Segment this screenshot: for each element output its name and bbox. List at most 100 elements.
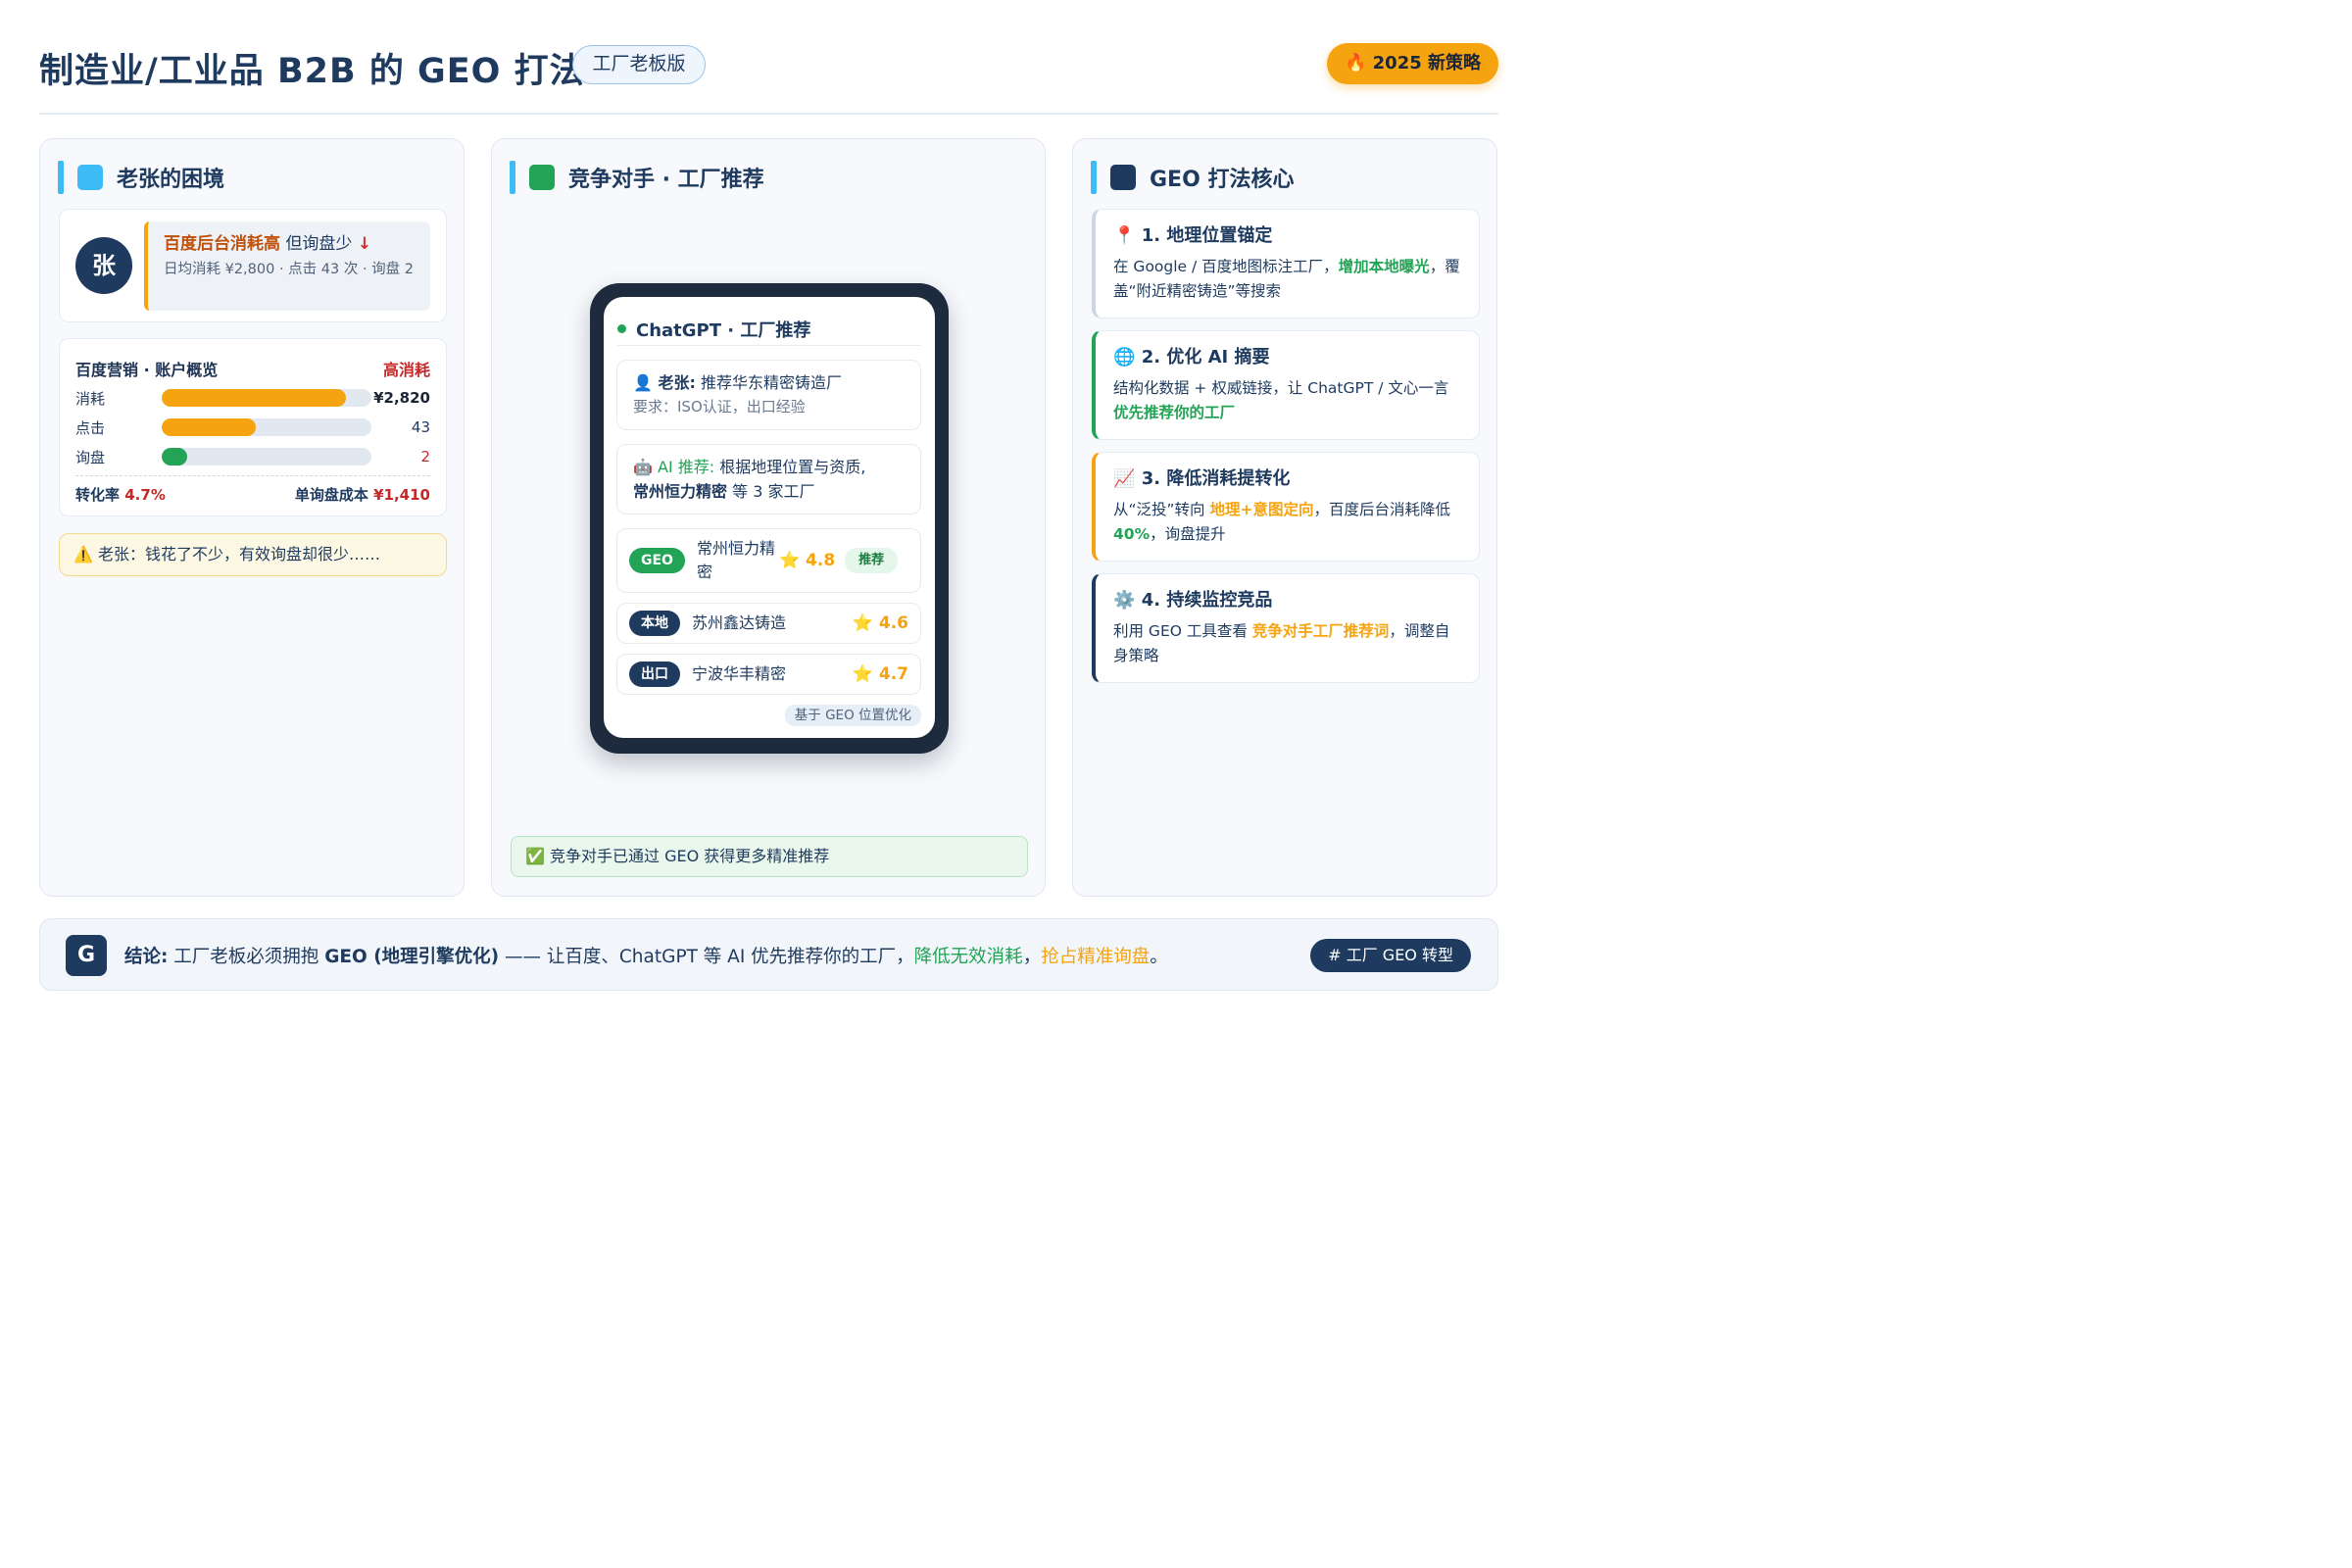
chart-up-icon: 📈 [1113, 468, 1136, 489]
conversion-value: 4.7% [124, 486, 166, 504]
metric-value: 2 [420, 448, 430, 466]
tip-text: ，询盘提升 [1150, 525, 1226, 543]
core-panel-title: GEO 打法核心 [1150, 168, 1295, 192]
conclusion-label: 结论: [124, 947, 169, 967]
user-label: 👤 老张: [633, 373, 696, 392]
cost-stat: 单询盘成本 ¥1,410 [295, 484, 430, 505]
competitor-panel-title: 竞争对手 · 工厂推荐 [568, 168, 764, 192]
result-item[interactable]: 出口 宁波华丰精密 ⭐ 4.7 [616, 654, 921, 695]
conclusion-bar: G 结论: 工厂老板必须拥抱 GEO (地理引擎优化) —— 让百度、ChatG… [39, 918, 1498, 991]
tip-card: 📍 1. 地理位置锚定 在 Google / 百度地图标注工厂，增加本地曝光，覆… [1092, 209, 1480, 318]
result-score: ⭐ 4.7 [852, 664, 908, 684]
header-divider [39, 113, 1498, 115]
tip-title: ⚙️ 4. 持续监控竞品 [1113, 588, 1461, 613]
chat-app-title: ChatGPT · 工厂推荐 [636, 319, 811, 341]
metric-track [162, 448, 371, 466]
edition-badge: 工厂老板版 [572, 45, 706, 84]
metric-row: 点击 43 [75, 416, 430, 439]
metric-fill [162, 418, 257, 436]
tip-highlight: 增加本地曝光 [1338, 258, 1430, 275]
ai-line-1: 🤖 AI 推荐: 根据地理位置与资质, [633, 455, 905, 479]
result-score: ⭐ 4.6 [852, 613, 908, 633]
geo-note: 基于 GEO 位置优化 [784, 705, 921, 726]
metric-track [162, 418, 371, 436]
tip-title: 📈 3. 降低消耗提转化 [1113, 466, 1461, 492]
geo-logo-icon: G [66, 935, 107, 976]
quote-line: 百度后台消耗高 但询盘少 ↓ [164, 229, 415, 254]
tip-card: ⚙️ 4. 持续监控竞品 利用 GEO 工具查看 竞争对手工厂推荐词，调整自身策… [1092, 573, 1480, 683]
result-name: 苏州鑫达铸造 [692, 613, 787, 632]
user-query-line: 👤 老张: 推荐华东精密铸造厂 [633, 370, 905, 395]
conclusion-text: 结论: 工厂老板必须拥抱 GEO (地理引擎优化) —— 让百度、ChatGPT… [124, 943, 1168, 968]
user-message: 👤 老张: 推荐华东精密铸造厂 要求：ISO认证，出口经验 [616, 360, 921, 430]
competitor-panel-header: 竞争对手 · 工厂推荐 [510, 161, 764, 194]
core-panel-header: GEO 打法核心 [1091, 161, 1294, 194]
competitor-success-note: ✅ 竞争对手已通过 GEO 获得更多精准推荐 [511, 836, 1028, 877]
account-footer: 转化率 4.7% 单询盘成本 ¥1,410 [75, 484, 430, 505]
metric-fill [162, 448, 187, 466]
tip-title-text: 2. 优化 AI 摘要 [1141, 347, 1270, 368]
page-title: 制造业/工业品 B2B 的 GEO 打法 [39, 52, 585, 91]
problem-panel-title: 老张的困境 [117, 168, 225, 192]
strategy-badge[interactable]: 🔥 2025 新策略 [1327, 43, 1498, 84]
tip-text: 从“泛投”转向 [1113, 501, 1210, 518]
tip-desc: 在 Google / 百度地图标注工厂，增加本地曝光，覆盖“附近精密铸造”等搜索 [1113, 255, 1461, 304]
tip-highlight: 优先推荐你的工厂 [1113, 404, 1236, 421]
globe-icon: 🌐 [1113, 347, 1136, 368]
tip-text: 在 Google / 百度地图标注工厂， [1113, 258, 1339, 275]
result-item[interactable]: 本地 苏州鑫达铸造 ⭐ 4.6 [616, 603, 921, 644]
tip-desc: 从“泛投”转向 地理+意图定向，百度后台消耗降低 40%，询盘提升 [1113, 498, 1461, 547]
metric-value: ¥2,820 [373, 389, 430, 407]
pin-icon: 📍 [1113, 225, 1136, 246]
tip-text: 结构化数据 + 权威链接，让 ChatGPT / 文心一言 [1113, 379, 1449, 397]
down-arrow-icon: ↓ [357, 234, 372, 254]
tip-highlight: 40% [1113, 525, 1151, 543]
account-title: 百度营销 · 账户概览 [75, 361, 219, 379]
cost-label: 单询盘成本 [294, 486, 368, 504]
account-status: 高消耗 [382, 361, 430, 379]
chat-header: ChatGPT · 工厂推荐 [617, 313, 921, 346]
online-dot-icon [617, 324, 626, 333]
problem-panel: 老张的困境 张 百度后台消耗高 但询盘少 ↓ 日均消耗 ¥2,800 · 点击 … [39, 138, 465, 897]
accent-bar [1091, 161, 1097, 194]
avatar: 张 [75, 237, 132, 294]
ai-label: 🤖 AI 推荐: [633, 458, 715, 476]
conclusion-orange: 抢占精准询盘 [1041, 947, 1151, 967]
user-query: 推荐华东精密铸造厂 [701, 373, 843, 392]
hashtag-badge[interactable]: # 工厂 GEO 转型 [1310, 939, 1471, 972]
tip-title-text: 3. 降低消耗提转化 [1141, 468, 1291, 489]
recommend-badge: 推荐 [845, 548, 899, 573]
tip-title-text: 4. 持续监控竞品 [1141, 590, 1273, 611]
navy-square-icon [1110, 165, 1136, 190]
conclusion-bold: GEO (地理引擎优化) [324, 947, 500, 967]
core-panel: GEO 打法核心 📍 1. 地理位置锚定 在 Google / 百度地图标注工厂… [1072, 138, 1497, 897]
metric-fill [162, 389, 347, 407]
problem-panel-header: 老张的困境 [58, 161, 224, 194]
competitor-panel: 竞争对手 · 工厂推荐 ChatGPT · 工厂推荐 👤 老张: 推荐华东精密铸… [491, 138, 1046, 897]
metric-label: 点击 [75, 418, 106, 437]
quote-card: 张 百度后台消耗高 但询盘少 ↓ 日均消耗 ¥2,800 · 点击 43 次 ·… [59, 209, 447, 322]
phone-mockup: ChatGPT · 工厂推荐 👤 老张: 推荐华东精密铸造厂 要求：ISO认证，… [590, 283, 949, 754]
tip-desc: 结构化数据 + 权威链接，让 ChatGPT / 文心一言 优先推荐你的工厂 [1113, 376, 1461, 425]
metric-row: 询盘 2 [75, 445, 430, 468]
cost-value: ¥1,410 [373, 486, 430, 504]
conclusion-end: 。 [1150, 947, 1168, 967]
result-name: 常州恒力精密 [696, 539, 775, 581]
tip-title: 📍 1. 地理位置锚定 [1113, 223, 1461, 249]
blue-square-icon [77, 165, 103, 190]
conversion-label: 转化率 [75, 486, 121, 504]
accent-bar [58, 161, 64, 194]
conclusion-part: —— 让百度、ChatGPT 等 AI 优先推荐你的工厂， [505, 947, 914, 967]
result-name: 宁波华丰精密 [692, 664, 787, 683]
gear-icon: ⚙️ [1113, 590, 1136, 611]
accent-bar [510, 161, 515, 194]
quote-highlight: 百度后台消耗高 [164, 234, 280, 254]
tip-title-text: 1. 地理位置锚定 [1141, 225, 1273, 246]
conclusion-part: 工厂老板必须拥抱 [173, 947, 319, 967]
ai-message: 🤖 AI 推荐: 根据地理位置与资质, 常州恒力精密 等 3 家工厂 [616, 444, 921, 514]
ai-tail: 等 3 家工厂 [732, 482, 815, 501]
result-item[interactable]: GEO 常州恒力精密 ⭐ 4.8 推荐 [616, 528, 921, 593]
tip-card: 📈 3. 降低消耗提转化 从“泛投”转向 地理+意图定向，百度后台消耗降低 40… [1092, 452, 1480, 562]
account-separator [75, 475, 430, 476]
page: 制造业/工业品 B2B 的 GEO 打法 工厂老板版 🔥 2025 新策略 老张… [0, 0, 1529, 1019]
